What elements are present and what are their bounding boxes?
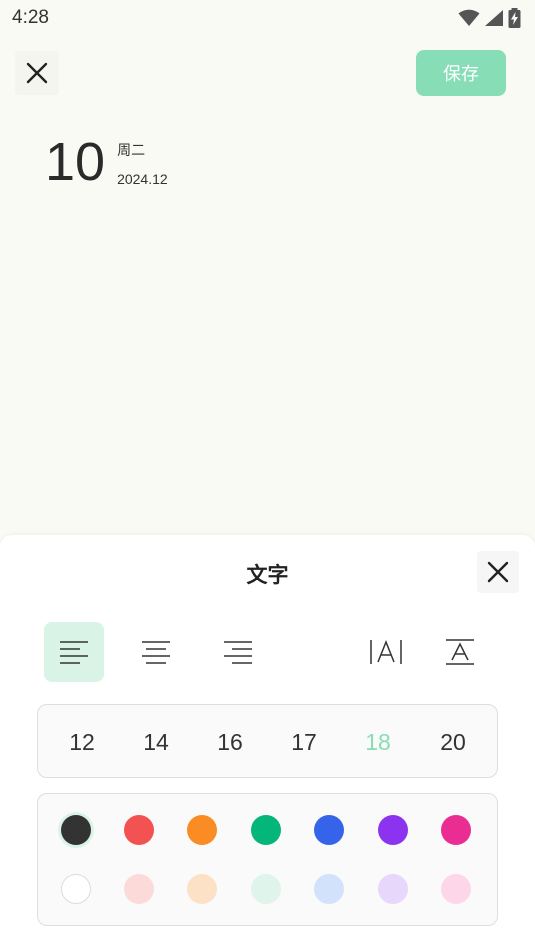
color-swatch[interactable]: [314, 815, 344, 845]
save-button[interactable]: 保存: [416, 50, 506, 96]
font-size-option[interactable]: 16: [200, 705, 260, 779]
signal-icon: [485, 10, 503, 26]
battery-charging-icon: [508, 8, 521, 28]
date-display: 10 周二 2024.12: [45, 132, 168, 192]
color-swatch[interactable]: [378, 815, 408, 845]
color-swatch[interactable]: [124, 815, 154, 845]
status-bar: 4:28: [0, 0, 535, 36]
color-palette: [37, 793, 498, 926]
close-icon: [487, 561, 509, 583]
letter-spacing-icon: [370, 639, 402, 664]
font-size-selector: 12 14 16 17 18 20: [37, 704, 498, 778]
font-size-option[interactable]: 14: [126, 705, 186, 779]
date-side: 周二 2024.12: [117, 142, 168, 188]
letter-spacing-button[interactable]: [356, 622, 416, 682]
date-year-month: 2024.12: [117, 171, 168, 187]
color-swatch[interactable]: [251, 874, 281, 904]
color-swatch[interactable]: [378, 874, 408, 904]
line-height-icon: [446, 639, 474, 665]
align-right-button[interactable]: [208, 622, 268, 682]
font-size-option[interactable]: 12: [52, 705, 112, 779]
date-day: 10: [45, 132, 106, 192]
text-style-panel: 文字 12 14 16 17 18 20: [0, 535, 535, 951]
line-height-button[interactable]: [430, 622, 490, 682]
panel-title: 文字: [246, 563, 289, 587]
color-swatch[interactable]: [441, 874, 471, 904]
color-swatch[interactable]: [251, 815, 281, 845]
font-size-option[interactable]: 20: [423, 705, 483, 779]
font-size-option-selected[interactable]: 18: [348, 705, 408, 779]
color-swatch-selected[interactable]: [61, 815, 91, 845]
panel-close-button[interactable]: [477, 551, 519, 593]
close-button[interactable]: [15, 51, 59, 95]
align-right-icon: [224, 641, 252, 664]
color-swatch[interactable]: [124, 874, 154, 904]
align-center-icon: [142, 641, 170, 664]
align-left-button[interactable]: [44, 622, 104, 682]
color-swatch[interactable]: [61, 874, 91, 904]
color-swatch[interactable]: [187, 815, 217, 845]
date-weekday: 周二: [117, 143, 146, 159]
status-time: 4:28: [12, 7, 49, 28]
color-swatch[interactable]: [441, 815, 471, 845]
align-left-icon: [60, 641, 88, 664]
wifi-icon: [458, 9, 480, 26]
close-icon: [26, 62, 48, 84]
status-icons: [458, 8, 521, 28]
color-swatch[interactable]: [187, 874, 217, 904]
color-swatch[interactable]: [314, 874, 344, 904]
align-center-button[interactable]: [126, 622, 186, 682]
font-size-option[interactable]: 17: [274, 705, 334, 779]
